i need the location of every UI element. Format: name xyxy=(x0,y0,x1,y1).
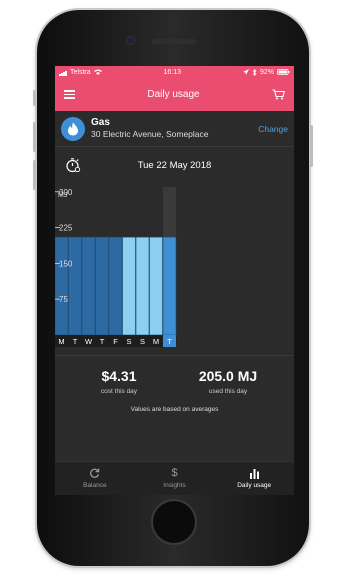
status-bar: Telstra 16:13 92% xyxy=(55,66,294,78)
bar-chart-icon xyxy=(249,469,259,479)
usage-bar[interactable] xyxy=(162,236,177,336)
tab-daily-usage-label: Daily usage xyxy=(237,482,272,489)
change-account-link[interactable]: Change xyxy=(258,124,288,134)
volume-up-button xyxy=(33,122,36,152)
carrier-label: Telstra xyxy=(70,68,91,76)
x-tick-label: S xyxy=(126,337,131,346)
usage-bar[interactable] xyxy=(108,236,123,336)
tab-balance[interactable]: Balance xyxy=(55,462,135,495)
bluetooth-icon xyxy=(252,68,257,76)
x-tick-label: T xyxy=(167,337,172,346)
date-selector: Tue 22 May 2018 xyxy=(55,147,294,183)
earpiece-speaker xyxy=(152,39,196,44)
usage-summary: $4.31 cost this day 205.0 MJ used this d… xyxy=(55,355,294,422)
tab-balance-label: Balance xyxy=(83,482,107,489)
y-tick-label: 300 xyxy=(59,188,73,197)
battery-percent: 92% xyxy=(259,68,274,76)
usage-bar[interactable] xyxy=(95,236,109,336)
x-tick-label: F xyxy=(113,337,118,346)
usage-bar[interactable] xyxy=(55,236,69,336)
front-camera xyxy=(127,37,134,44)
cost-value: $4.31 xyxy=(101,368,137,384)
y-tick-label: 75 xyxy=(59,295,68,304)
x-tick-label: W xyxy=(85,337,93,346)
location-icon xyxy=(242,69,249,75)
battery-icon xyxy=(277,69,290,75)
account-address: 30 Electric Avenue, Someplace xyxy=(91,129,209,139)
tab-insights[interactable]: $ Insights xyxy=(135,462,215,495)
cost-label: cost this day xyxy=(100,388,138,395)
usage-label: used this day xyxy=(208,388,248,395)
usage-chart: MJ 300 225 150 75 M T W T F S S M T xyxy=(55,183,294,355)
cart-icon[interactable] xyxy=(272,89,285,100)
usage-bar[interactable] xyxy=(135,236,150,336)
power-button xyxy=(310,125,313,167)
status-time: 16:13 xyxy=(163,68,182,76)
refresh-icon xyxy=(90,468,100,478)
usage-bar[interactable] xyxy=(68,236,82,336)
gas-flame-icon xyxy=(61,116,85,141)
usage-bar[interactable] xyxy=(122,236,136,336)
selected-date: Tue 22 May 2018 xyxy=(137,159,212,171)
dollar-icon: $ xyxy=(171,467,178,479)
x-tick-label: T xyxy=(73,337,78,346)
y-tick-label: 225 xyxy=(59,224,73,233)
y-tick-label: 150 xyxy=(59,259,73,268)
signal-icon xyxy=(59,69,67,76)
x-tick-label: M xyxy=(153,337,159,346)
home-button[interactable] xyxy=(153,501,195,543)
usage-bar-chart: MJ30022515075M T W T F S S M T xyxy=(55,187,177,347)
mute-switch xyxy=(33,90,36,106)
averages-note: Values are based on averages xyxy=(130,406,219,413)
menu-icon[interactable] xyxy=(64,88,75,101)
app-screen: Telstra 16:13 92% Daily usage Gas 30 Ele… xyxy=(55,66,294,495)
tab-bar: Balance $ Insights Daily usage xyxy=(55,461,294,495)
volume-down-button xyxy=(33,160,36,190)
x-tick-label: M xyxy=(58,337,64,346)
app-header: Daily usage xyxy=(55,78,294,111)
usage-value: 205.0 MJ xyxy=(198,368,258,384)
tab-insights-label: Insights xyxy=(163,482,186,489)
fuel-type: Gas xyxy=(91,117,110,128)
usage-bar[interactable] xyxy=(149,236,163,336)
usage-bar[interactable] xyxy=(81,236,96,336)
tab-daily-usage[interactable]: Daily usage xyxy=(214,462,294,495)
x-tick-label: T xyxy=(100,337,105,346)
page-title: Daily usage xyxy=(147,89,200,100)
account-row: Gas 30 Electric Avenue, Someplace Change xyxy=(55,111,294,147)
wifi-icon xyxy=(93,69,102,75)
x-tick-label: S xyxy=(140,337,145,346)
